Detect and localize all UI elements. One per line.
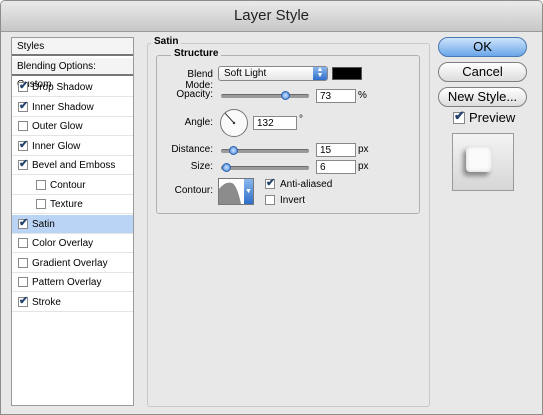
style-item-checkbox[interactable]: ✔ [18,99,29,112]
ok-button[interactable]: OK [438,37,527,57]
style-item-label: Stroke [32,296,61,308]
checkmark-icon: ✔ [266,177,276,189]
size-input[interactable]: 6 [316,160,356,174]
style-item-label: Inner Glow [32,140,81,152]
style-item-bevel-and-emboss[interactable]: ✔ Bevel and Emboss [12,156,133,175]
angle-unit: ° [299,114,303,125]
style-item-inner-shadow[interactable]: ✔ Inner Shadow [12,98,133,117]
checkmark-icon: ✔ [454,108,465,123]
distance-unit: px [358,144,369,155]
checkmark-icon: ✔ [19,80,29,92]
style-item-texture[interactable]: Texture [12,195,133,214]
style-item-checkbox[interactable] [18,121,28,131]
size-slider-track[interactable] [221,166,309,170]
style-item-checkbox[interactable]: ✔ [18,138,29,151]
satin-title: Satin [151,36,182,47]
size-slider-thumb[interactable] [222,163,231,172]
contour-label: Contour: [174,185,213,196]
angle-input[interactable]: 132 [253,116,297,130]
anti-aliased-checkbox[interactable]: ✔ [265,177,276,189]
new-style-button[interactable]: New Style... [438,87,527,107]
distance-slider-thumb[interactable] [229,146,238,155]
style-item-label: Color Overlay [32,238,94,249]
layer-style-dialog: Layer Style Styles Blending Options: Cus… [0,0,543,415]
updown-arrows-icon: ▲ ▼ [313,66,327,80]
angle-dial[interactable] [219,108,249,138]
style-item-label: Texture [50,199,83,210]
style-item-checkbox[interactable]: ✔ [18,216,29,229]
structure-title: Structure [171,48,222,59]
invert-label: Invert [280,195,306,206]
checkmark-icon: ✔ [19,294,29,307]
size-label: Size: [190,161,213,172]
style-item-checkbox[interactable] [18,257,28,268]
style-item-checkbox[interactable] [36,179,46,190]
style-item-label: Contour [50,179,86,191]
style-item-checkbox[interactable] [18,277,28,287]
style-item-label: Pattern Overlay [32,277,102,288]
blending-options-item[interactable]: Blending Options: Custom [12,58,133,90]
checkmark-icon: ✔ [19,99,29,112]
title-bar[interactable]: Layer Style [1,1,542,32]
style-item-stroke[interactable]: ✔ Stroke [12,293,133,312]
styles-list: Styles Blending Options: Custom ✔ Drop Sh… [11,37,134,406]
style-item-checkbox[interactable]: ✔ [18,294,29,307]
invert-checkbox[interactable] [265,195,275,205]
size-unit: px [358,161,369,172]
opacity-label: Opacity: [176,89,213,100]
checkmark-icon: ✔ [19,158,29,170]
style-item-label: Gradient Overlay [32,257,108,269]
style-item-label: Bevel and Emboss [32,160,116,171]
style-item-checkbox[interactable] [18,238,28,248]
checkmark-icon: ✔ [19,138,29,151]
style-item-checkbox[interactable]: ✔ [18,80,29,92]
style-item-satin[interactable]: ✔ Satin [12,214,133,234]
style-item-pattern-overlay[interactable]: Pattern Overlay [12,273,133,292]
styles-header[interactable]: Styles [12,38,133,56]
style-item-drop-shadow[interactable]: ✔ Drop Shadow [12,78,133,97]
opacity-slider-track[interactable] [221,94,309,98]
style-item-checkbox[interactable] [36,199,46,209]
chevron-down-icon: ▼ [244,179,253,204]
cancel-button[interactable]: Cancel [438,62,527,82]
angle-label: Angle: [184,117,213,128]
opacity-unit: % [358,90,367,101]
checkmark-icon: ✔ [19,216,29,229]
blend-mode-label: Blend Mode: [185,69,213,91]
angle-dial-icon [220,109,248,137]
preview-label: Preview [469,110,516,125]
blend-mode-select[interactable]: Soft Light ▲ ▼ [218,66,328,81]
blend-color-swatch[interactable] [332,67,362,80]
distance-input[interactable]: 15 [316,143,356,157]
style-item-inner-glow[interactable]: ✔ Inner Glow [12,137,133,156]
style-item-checkbox[interactable]: ✔ [18,158,29,170]
style-item-label: Drop Shadow [32,82,93,93]
preview-checkbox[interactable]: ✔ [453,108,465,124]
style-item-outer-glow[interactable]: Outer Glow [12,117,133,136]
opacity-input[interactable]: 73 [316,89,356,103]
opacity-slider-thumb[interactable] [280,91,290,100]
style-item-contour[interactable]: Contour [12,176,133,195]
distance-label: Distance: [171,144,213,155]
style-item-label: Satin [32,218,55,230]
window-title: Layer Style [233,7,310,24]
anti-aliased-label: Anti-aliased [280,179,333,190]
contour-curve-icon [219,182,241,204]
style-item-label: Inner Shadow [32,101,94,113]
preview-thumbnail [452,133,514,191]
style-item-label: Outer Glow [32,121,83,132]
style-item-gradient-overlay[interactable]: Gradient Overlay [12,254,133,273]
blend-mode-value: Soft Light [224,68,267,79]
style-item-color-overlay[interactable]: Color Overlay [12,234,133,253]
preview-swatch [466,146,492,172]
contour-picker[interactable]: ▼ [218,178,254,205]
